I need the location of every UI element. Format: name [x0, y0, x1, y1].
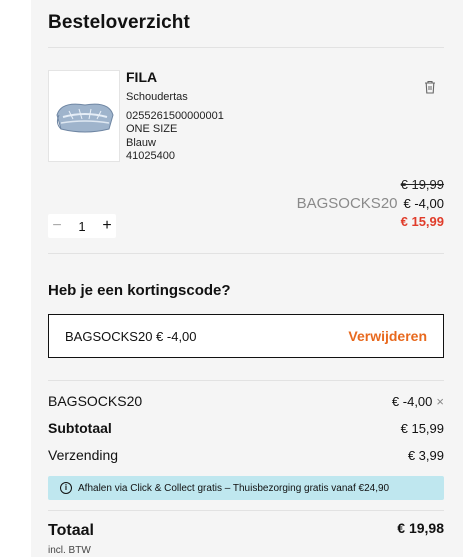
item-discount: BAGSOCKS20 € -4,00: [297, 195, 444, 212]
product-color: Blauw: [126, 137, 156, 149]
shipping-label: Verzending: [48, 447, 119, 463]
divider: [48, 47, 444, 48]
shipping-row: Verzending € 3,99: [48, 447, 444, 463]
total-label: Totaal: [48, 522, 94, 539]
summary-discount-row: BAGSOCKS20 € -4,00 ×: [48, 393, 444, 409]
remove-promo-button[interactable]: Verwijderen: [348, 328, 427, 344]
product-article: 41025400: [126, 150, 175, 162]
promo-code-value: BAGSOCKS20 € -4,00: [65, 328, 197, 344]
product-image: [48, 70, 120, 162]
shipping-value: € 3,99: [407, 448, 444, 463]
product-name: Schoudertas: [126, 91, 188, 103]
final-price: € 15,99: [400, 214, 444, 229]
shipping-info-banner: i Afhalen via Click & Collect gratis – T…: [48, 476, 444, 500]
item-discount-code: BAGSOCKS20: [296, 195, 398, 212]
quantity-value: 1: [78, 218, 86, 234]
summary-discount-label: BAGSOCKS20: [48, 393, 143, 409]
subtotal-row: Subtotaal € 15,99: [48, 420, 444, 436]
subtotal-label: Subtotaal: [48, 420, 112, 436]
divider: [48, 253, 444, 254]
info-icon: i: [60, 482, 72, 494]
summary-discount-value: € -4,00: [391, 394, 433, 409]
bag-image: [56, 103, 114, 133]
product-size: ONE SIZE: [126, 123, 178, 135]
shipping-info-text: Afhalen via Click & Collect gratis – Thu…: [78, 482, 390, 494]
remove-discount-icon[interactable]: ×: [436, 394, 444, 409]
item-discount-amount: € -4,00: [403, 196, 444, 211]
decrease-quantity-button[interactable]: −: [48, 217, 66, 235]
quantity-stepper[interactable]: − 1 +: [48, 214, 116, 238]
total-value: € 19,98: [397, 520, 444, 536]
increase-quantity-button[interactable]: +: [98, 217, 116, 235]
page-title: Besteloverzicht: [48, 12, 190, 33]
original-price: € 19,99: [400, 177, 444, 192]
divider: [48, 380, 444, 381]
subtotal-value: € 15,99: [400, 421, 444, 436]
incl-vat-note: incl. BTW: [48, 545, 91, 556]
product-brand: FILA: [126, 69, 158, 85]
trash-icon: [425, 80, 435, 94]
delete-item-button[interactable]: [423, 79, 437, 95]
product-sku: 0255261500000001: [126, 110, 224, 122]
promo-heading: Heb je een kortingscode?: [48, 282, 231, 299]
divider: [48, 510, 444, 511]
promo-code-field[interactable]: BAGSOCKS20 € -4,00 Verwijderen: [48, 314, 444, 358]
